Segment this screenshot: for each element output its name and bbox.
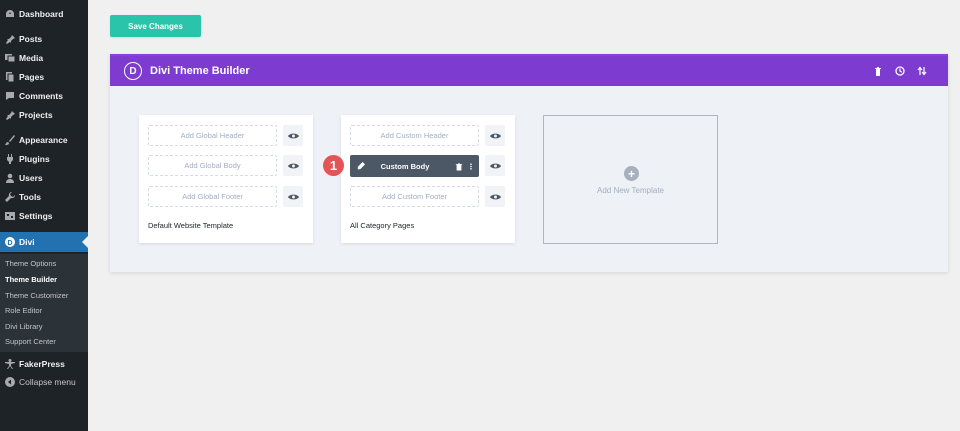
eye-icon[interactable] <box>283 125 303 146</box>
sidebar-item-label: Tools <box>19 192 42 202</box>
eye-icon[interactable] <box>485 125 505 146</box>
sidebar-item-label: Collapse menu <box>19 377 76 387</box>
sidebar-item-dashboard[interactable]: Dashboard <box>0 5 88 23</box>
settings-icon <box>5 211 15 221</box>
submenu-theme-customizer[interactable]: Theme Customizer <box>5 291 68 300</box>
collapse-menu-button[interactable]: Collapse menu <box>0 373 88 391</box>
sidebar-item-pages[interactable]: Pages <box>0 68 88 86</box>
custom-body-slot[interactable]: Custom Body <box>350 155 479 177</box>
dashboard-icon <box>5 9 15 19</box>
media-icon <box>5 53 15 63</box>
step-marker-badge: 1 <box>323 155 344 176</box>
builder-header: D Divi Theme Builder <box>110 54 948 86</box>
brush-icon <box>5 135 15 145</box>
sidebar-item-appearance[interactable]: Appearance <box>0 131 88 149</box>
divi-submenu: Theme Options Theme Builder Theme Custom… <box>0 254 88 352</box>
divi-logo-icon: D <box>124 62 142 80</box>
add-global-body-slot[interactable]: Add Global Body <box>148 155 277 176</box>
sidebar-item-label: Plugins <box>19 154 50 164</box>
page-title: Divi Theme Builder <box>150 65 250 77</box>
sidebar-item-label: Pages <box>19 72 45 82</box>
pin-icon <box>5 110 15 120</box>
sidebar-item-settings[interactable]: Settings <box>0 207 88 225</box>
add-custom-header-slot[interactable]: Add Custom Header <box>350 125 479 146</box>
active-menu-arrow <box>82 236 88 248</box>
users-icon <box>5 173 15 183</box>
more-options-icon[interactable] <box>468 161 474 171</box>
theme-builder-panel: D Divi Theme Builder Add Global Header A… <box>110 54 948 272</box>
sidebar-item-posts[interactable]: Posts <box>0 30 88 48</box>
sidebar-item-label: FakerPress <box>19 359 65 369</box>
sidebar-item-projects[interactable]: Projects <box>0 106 88 124</box>
svg-text:D: D <box>7 240 12 247</box>
submenu-role-editor[interactable]: Role Editor <box>5 306 42 315</box>
eye-icon[interactable] <box>485 155 505 176</box>
add-global-header-slot[interactable]: Add Global Header <box>148 125 277 146</box>
sidebar-item-label: Projects <box>19 110 53 120</box>
add-new-template-button[interactable]: + Add New Template <box>543 115 718 244</box>
template-name: Default Website Template <box>148 221 234 230</box>
eye-icon[interactable] <box>485 186 505 207</box>
sidebar-item-label: Dashboard <box>19 9 64 19</box>
add-global-footer-slot[interactable]: Add Global Footer <box>148 186 277 207</box>
collapse-icon <box>5 377 15 387</box>
pages-icon <box>5 72 15 82</box>
trash-icon[interactable] <box>454 161 463 171</box>
submenu-support-center[interactable]: Support Center <box>5 337 56 346</box>
sidebar-item-comments[interactable]: Comments <box>0 87 88 105</box>
save-changes-button[interactable]: Save Changes <box>110 15 201 37</box>
fakerpress-icon <box>5 359 15 369</box>
pencil-icon[interactable] <box>356 161 366 171</box>
wrench-icon <box>5 192 15 202</box>
sidebar-item-tools[interactable]: Tools <box>0 188 88 206</box>
sidebar-item-media[interactable]: Media <box>0 49 88 67</box>
divi-icon: D <box>5 237 15 247</box>
sidebar-item-label: Comments <box>19 91 63 101</box>
template-card-default: Add Global Header Add Global Body Add Gl… <box>139 115 313 243</box>
sidebar-item-label: Appearance <box>19 135 68 145</box>
admin-sidebar: Dashboard Posts Media Pages Comments Pro… <box>0 0 88 431</box>
comment-icon <box>5 91 15 101</box>
template-name: All Category Pages <box>350 221 415 230</box>
trash-icon[interactable] <box>872 65 884 77</box>
import-export-icon[interactable] <box>916 65 928 77</box>
template-card-category: Add Custom Header Custom Body Add Custom… <box>341 115 515 243</box>
add-custom-footer-slot[interactable]: Add Custom Footer <box>350 186 479 207</box>
sidebar-item-label: Users <box>19 173 43 183</box>
sidebar-item-label: Posts <box>19 34 43 44</box>
sidebar-item-label: Divi <box>19 237 35 247</box>
plus-icon: + <box>624 166 639 181</box>
history-icon[interactable] <box>894 65 906 77</box>
plugin-icon <box>5 154 15 164</box>
sidebar-item-fakerpress[interactable]: FakerPress <box>0 355 88 373</box>
eye-icon[interactable] <box>283 186 303 207</box>
submenu-theme-builder[interactable]: Theme Builder <box>5 275 57 284</box>
submenu-divi-library[interactable]: Divi Library <box>5 322 43 331</box>
sidebar-item-divi[interactable]: D Divi <box>0 232 88 252</box>
sidebar-item-users[interactable]: Users <box>0 169 88 187</box>
sidebar-item-label: Media <box>19 53 44 63</box>
custom-body-label: Custom Body <box>380 161 430 171</box>
submenu-theme-options[interactable]: Theme Options <box>5 259 56 268</box>
sidebar-item-label: Settings <box>19 211 53 221</box>
add-new-template-label: Add New Template <box>597 186 664 195</box>
pin-icon <box>5 34 15 44</box>
sidebar-item-plugins[interactable]: Plugins <box>0 150 88 168</box>
eye-icon[interactable] <box>283 155 303 176</box>
